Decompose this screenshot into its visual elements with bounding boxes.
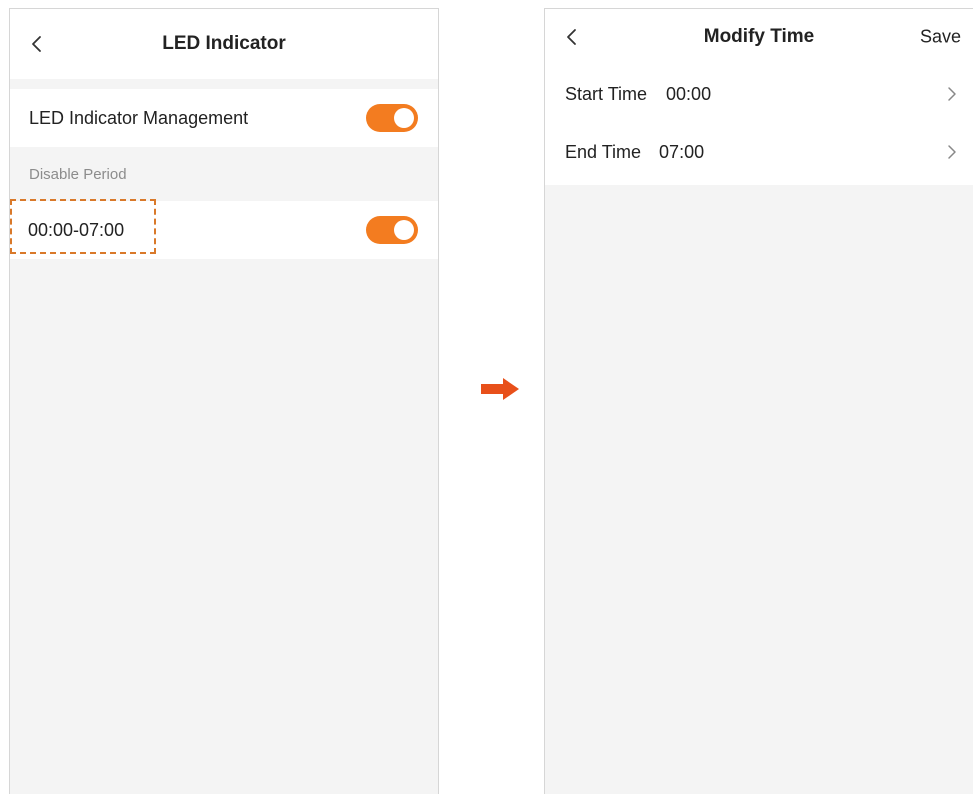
end-time-label: End Time [565, 141, 642, 162]
period-value[interactable]: 00:00-07:00 [28, 220, 365, 241]
back-icon[interactable] [26, 33, 48, 55]
stage: LED Indicator LED Indicator Management D… [0, 0, 973, 794]
page-title: LED Indicator [162, 33, 286, 54]
chevron-right-icon [948, 145, 956, 159]
save-button[interactable]: Save [920, 27, 961, 48]
divider [10, 79, 438, 89]
led-management-row: LED Indicator Management [10, 89, 438, 147]
arrow-right-icon [481, 378, 519, 400]
time-list: Start Time 00:00 End Time 07:00 [545, 65, 973, 185]
start-time-label: Start Time [565, 83, 648, 104]
nav-bar: Modify Time Save [545, 9, 973, 65]
page-title: Modify Time [703, 26, 815, 47]
disable-period-row[interactable]: 00:00-07:00 [10, 199, 438, 259]
led-indicator-screen: LED Indicator LED Indicator Management D… [9, 8, 439, 794]
modify-time-screen: Modify Time Save Start Time 00:00 End Ti… [544, 8, 973, 794]
chevron-right-icon [948, 87, 956, 101]
start-time-row[interactable]: Start Time 00:00 [545, 65, 973, 123]
end-time-value: 07:00 [659, 141, 705, 162]
period-toggle[interactable] [366, 216, 418, 244]
end-time-row[interactable]: End Time 07:00 [545, 123, 973, 181]
disable-period-header: Disable Period [10, 147, 438, 201]
led-management-label: LED Indicator Management [29, 107, 249, 128]
led-management-toggle[interactable] [366, 104, 418, 132]
toggle-knob [394, 220, 414, 240]
nav-bar: LED Indicator [10, 9, 438, 79]
start-time-value: 00:00 [666, 83, 712, 104]
toggle-knob [394, 108, 414, 128]
back-icon[interactable] [561, 26, 583, 48]
